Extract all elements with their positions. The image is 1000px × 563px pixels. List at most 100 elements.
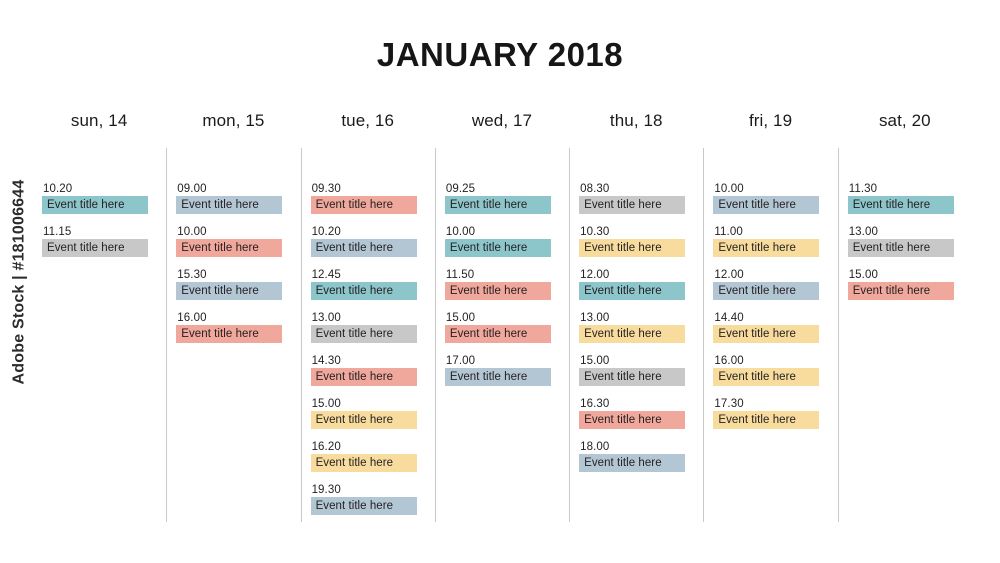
column-divider — [569, 148, 571, 522]
event-time: 15.00 — [848, 269, 878, 281]
event-item[interactable]: 16.00 Event title here — [713, 354, 827, 386]
event-title-bar[interactable]: Event title here — [713, 325, 820, 343]
event-item[interactable]: 11.00 Event title here — [713, 225, 827, 257]
event-title-bar[interactable]: Event title here — [42, 239, 148, 257]
event-list-mon-15: 09.00 Event title here 10.00 Event title he… — [176, 182, 290, 354]
event-title-bar[interactable]: Event title here — [579, 282, 686, 300]
event-time: 17.00 — [445, 355, 476, 367]
event-title-bar[interactable]: Event title here — [310, 325, 417, 343]
event-title-bar[interactable]: Event title here — [579, 411, 686, 429]
event-title-bar[interactable]: Event title here — [310, 196, 417, 214]
event-time: 19.30 — [311, 484, 341, 496]
event-list-tue-16: 09.30 Event title here 10.20 Event title he… — [310, 182, 425, 526]
event-title-bar[interactable]: Event title here — [713, 282, 820, 300]
event-item[interactable]: 09.00 Event title here — [176, 182, 290, 214]
event-time: 18.00 — [580, 441, 610, 453]
event-title-bar[interactable]: Event title here — [847, 196, 954, 214]
event-title-bar[interactable]: Event title here — [713, 368, 820, 386]
event-item[interactable]: 15.00 Event title here — [579, 354, 693, 386]
event-title-bar[interactable]: Event title here — [444, 368, 551, 386]
event-list-wed-17: 09.25 Event title here 10.00 Event title he… — [444, 182, 559, 397]
event-item[interactable]: 10.00 Event title here — [444, 225, 559, 257]
event-title-bar[interactable]: Event title here — [444, 196, 551, 214]
event-item[interactable]: 16.30 Event title here — [579, 397, 693, 429]
event-time: 15.00 — [580, 355, 610, 367]
event-item[interactable]: 12.45 Event title here — [310, 268, 425, 300]
event-time: 17.30 — [714, 398, 744, 410]
event-item[interactable]: 08.30 Event title here — [579, 182, 693, 214]
event-item[interactable]: 11.15 Event title here — [42, 225, 156, 257]
event-item[interactable]: 10.30 Event title here — [579, 225, 693, 257]
event-item[interactable]: 13.00 Event title here — [579, 311, 693, 343]
event-item[interactable]: 15.00 Event title here — [847, 268, 962, 300]
event-title-bar[interactable]: Event title here — [847, 239, 954, 257]
event-title-bar[interactable]: Event title here — [713, 411, 820, 429]
event-item[interactable]: 16.00 Event title here — [176, 311, 290, 343]
event-title-bar[interactable]: Event title here — [713, 239, 820, 257]
event-title-bar[interactable]: Event title here — [310, 411, 417, 429]
event-item[interactable]: 18.00 Event title here — [579, 440, 693, 472]
event-item[interactable]: 09.30 Event title here — [310, 182, 425, 214]
event-item[interactable]: 15.00 Event title here — [444, 311, 559, 343]
event-title-bar[interactable]: Event title here — [42, 196, 148, 214]
page-title: JANUARY 2018 — [376, 36, 624, 73]
event-title-bar[interactable]: Event title here — [579, 325, 686, 343]
event-title-bar[interactable]: Event title here — [310, 282, 417, 300]
event-title-bar[interactable]: Event title here — [310, 454, 417, 472]
event-time: 11.50 — [445, 269, 475, 281]
event-item[interactable]: 15.00 Event title here — [310, 397, 425, 429]
day-column-wed-17: wed, 17 09.25 Event title here 10.00 Event t… — [434, 104, 569, 534]
event-list-thu-18: 08.30 Event title here 10.30 Event title he… — [579, 182, 693, 483]
event-title-bar[interactable]: Event title here — [579, 196, 686, 214]
event-item[interactable]: 14.40 Event title here — [713, 311, 827, 343]
event-title-bar[interactable]: Event title here — [713, 196, 820, 214]
event-item[interactable]: 10.20 Event title here — [42, 182, 156, 214]
column-divider — [703, 148, 705, 522]
day-column-fri-19: fri, 19 10.00 Event title here 11.00 Event t… — [703, 104, 837, 534]
event-item[interactable]: 12.00 Event title here — [579, 268, 693, 300]
event-item[interactable]: 14.30 Event title here — [310, 354, 425, 386]
event-title-bar[interactable]: Event title here — [176, 196, 283, 214]
event-title-bar[interactable]: Event title here — [310, 239, 417, 257]
event-item[interactable]: 16.20 Event title here — [310, 440, 425, 472]
event-item[interactable]: 13.00 Event title here — [847, 225, 962, 257]
event-title-bar[interactable]: Event title here — [444, 282, 551, 300]
day-header-thu-18: thu, 18 — [609, 111, 663, 130]
event-item[interactable]: 10.20 Event title here — [310, 225, 425, 257]
event-time: 15.30 — [177, 269, 207, 281]
event-item[interactable]: 17.30 Event title here — [713, 397, 827, 429]
event-time: 10.00 — [177, 226, 207, 238]
day-header-sun-14: sun, 14 — [70, 111, 128, 130]
event-time: 12.45 — [311, 269, 341, 281]
event-title-bar[interactable]: Event title here — [176, 325, 283, 343]
event-item[interactable]: 15.30 Event title here — [176, 268, 290, 300]
event-title-bar[interactable]: Event title here — [176, 282, 283, 300]
event-item[interactable]: 19.30 Event title here — [310, 483, 425, 515]
day-column-tue-16: tue, 16 09.30 Event title here 10.20 Event t… — [300, 104, 435, 534]
event-time: 11.15 — [43, 226, 72, 238]
event-title-bar[interactable]: Event title here — [176, 239, 283, 257]
event-time: 15.00 — [445, 312, 476, 324]
event-item[interactable]: 12.00 Event title here — [713, 268, 827, 300]
event-item[interactable]: 10.00 Event title here — [176, 225, 290, 257]
event-title-bar[interactable]: Event title here — [310, 368, 417, 386]
event-time: 10.20 — [43, 183, 73, 195]
event-item[interactable]: 09.25 Event title here — [444, 182, 559, 214]
event-title-bar[interactable]: Event title here — [579, 454, 686, 472]
day-header-sat-20: sat, 20 — [878, 111, 931, 130]
event-item[interactable]: 13.00 Event title here — [310, 311, 425, 343]
event-title-bar[interactable]: Event title here — [847, 282, 954, 300]
event-title-bar[interactable]: Event title here — [310, 497, 417, 515]
event-time: 15.00 — [311, 398, 341, 410]
day-column-mon-15: mon, 15 09.00 Event title here 10.00 Event t… — [166, 104, 300, 534]
event-item[interactable]: 11.50 Event title here — [444, 268, 559, 300]
event-title-bar[interactable]: Event title here — [444, 325, 551, 343]
event-title-bar[interactable]: Event title here — [579, 239, 686, 257]
event-item[interactable]: 11.30 Event title here — [847, 182, 962, 214]
event-title-bar[interactable]: Event title here — [579, 368, 686, 386]
event-item[interactable]: 17.00 Event title here — [444, 354, 559, 386]
event-title-bar[interactable]: Event title here — [444, 239, 551, 257]
event-time: 16.00 — [714, 355, 744, 367]
event-item[interactable]: 10.00 Event title here — [713, 182, 827, 214]
event-time: 13.00 — [311, 312, 341, 324]
